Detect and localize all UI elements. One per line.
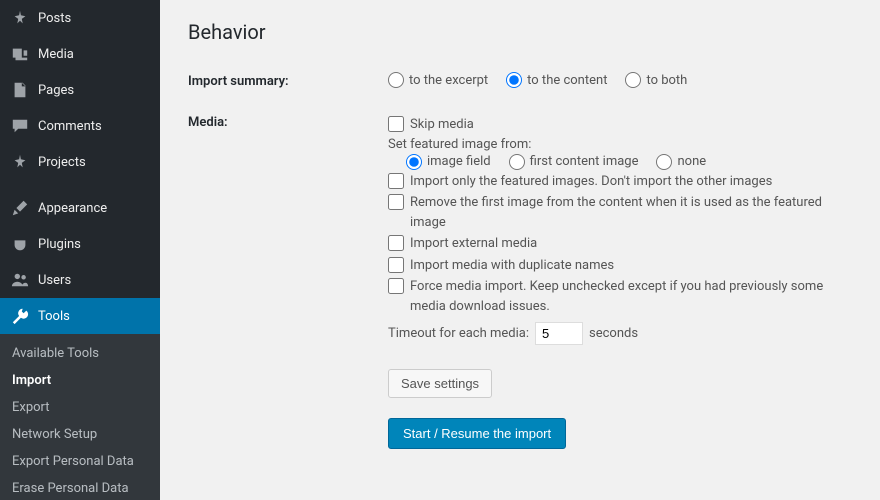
- comment-icon: [10, 116, 30, 136]
- pin-icon: [10, 152, 30, 172]
- tools-submenu: Available Tools Import Export Network Se…: [0, 334, 160, 500]
- skip-media-checkbox[interactable]: [388, 116, 404, 132]
- import-only-line[interactable]: Import only the featured images. Don't i…: [388, 172, 852, 192]
- import-external-line[interactable]: Import external media: [388, 234, 852, 254]
- radio-content[interactable]: [506, 72, 522, 88]
- media-icon: [10, 44, 30, 64]
- content-area: Behavior Import summary: to the excerpt …: [160, 0, 880, 500]
- sidebar-item-posts[interactable]: Posts: [0, 0, 160, 36]
- import-external-checkbox[interactable]: [388, 235, 404, 251]
- sidebar-item-appearance[interactable]: Appearance: [0, 190, 160, 226]
- save-settings-button[interactable]: Save settings: [388, 369, 492, 398]
- sidebar-item-media[interactable]: Media: [0, 36, 160, 72]
- import-summary-label: Import summary:: [188, 72, 388, 89]
- sidebar-label: Comments: [38, 119, 102, 134]
- timeout-label: Timeout for each media:: [388, 326, 529, 341]
- sidebar-item-users[interactable]: Users: [0, 262, 160, 298]
- import-dup-checkbox[interactable]: [388, 257, 404, 273]
- sidebar-label: Media: [38, 47, 74, 62]
- radio-none[interactable]: [656, 154, 672, 170]
- summary-opt-excerpt[interactable]: to the excerpt: [388, 72, 488, 88]
- force-import-line[interactable]: Force media import. Keep unchecked excep…: [388, 277, 852, 316]
- summary-opt-both[interactable]: to both: [625, 72, 687, 88]
- submenu-export-personal[interactable]: Export Personal Data: [0, 448, 160, 475]
- sidebar-item-plugins[interactable]: Plugins: [0, 226, 160, 262]
- page-icon: [10, 80, 30, 100]
- radio-image-field[interactable]: [406, 154, 422, 170]
- start-import-button[interactable]: Start / Resume the import: [388, 418, 566, 449]
- timeout-input[interactable]: [535, 322, 583, 345]
- submenu-export[interactable]: Export: [0, 394, 160, 421]
- sidebar-label: Projects: [38, 155, 86, 170]
- sidebar-label: Posts: [38, 11, 71, 26]
- skip-media-line[interactable]: Skip media: [388, 115, 852, 135]
- sidebar-item-projects[interactable]: Projects: [0, 144, 160, 180]
- submenu-network-setup[interactable]: Network Setup: [0, 421, 160, 448]
- submenu-available-tools[interactable]: Available Tools: [0, 340, 160, 367]
- submenu-erase-personal[interactable]: Erase Personal Data: [0, 475, 160, 500]
- featured-opt-image-field[interactable]: image field: [406, 154, 491, 170]
- remove-first-line[interactable]: Remove the first image from the content …: [388, 193, 852, 232]
- page-title: Behavior: [188, 20, 852, 44]
- remove-first-checkbox[interactable]: [388, 194, 404, 210]
- force-import-checkbox[interactable]: [388, 278, 404, 294]
- wrench-icon: [10, 306, 30, 326]
- import-dup-line[interactable]: Import media with duplicate names: [388, 256, 852, 276]
- submenu-import[interactable]: Import: [0, 367, 160, 394]
- summary-opt-content[interactable]: to the content: [506, 72, 607, 88]
- plug-icon: [10, 234, 30, 254]
- sidebar-item-pages[interactable]: Pages: [0, 72, 160, 108]
- featured-opt-first-content[interactable]: first content image: [509, 154, 639, 170]
- users-icon: [10, 270, 30, 290]
- sidebar-label: Pages: [38, 83, 74, 98]
- sidebar-item-tools[interactable]: Tools: [0, 298, 160, 334]
- sidebar-label: Users: [38, 273, 71, 288]
- pin-icon: [10, 8, 30, 28]
- admin-sidebar: Posts Media Pages Comments Projects Appe…: [0, 0, 160, 500]
- radio-excerpt[interactable]: [388, 72, 404, 88]
- timeout-row: Timeout for each media: seconds: [388, 322, 852, 345]
- import-summary-row: Import summary: to the excerpt to the co…: [188, 72, 852, 89]
- featured-label: Set featured image from:: [388, 137, 852, 152]
- featured-opt-none[interactable]: none: [656, 154, 706, 170]
- media-row: Media: Skip media Set featured image fro…: [188, 113, 852, 345]
- radio-first-content[interactable]: [509, 154, 525, 170]
- brush-icon: [10, 198, 30, 218]
- sidebar-label: Plugins: [38, 237, 81, 252]
- sidebar-label: Tools: [38, 309, 70, 324]
- media-label: Media:: [188, 113, 388, 345]
- import-only-checkbox[interactable]: [388, 173, 404, 189]
- sidebar-label: Appearance: [38, 201, 107, 216]
- radio-both[interactable]: [625, 72, 641, 88]
- sidebar-item-comments[interactable]: Comments: [0, 108, 160, 144]
- timeout-unit: seconds: [589, 326, 638, 341]
